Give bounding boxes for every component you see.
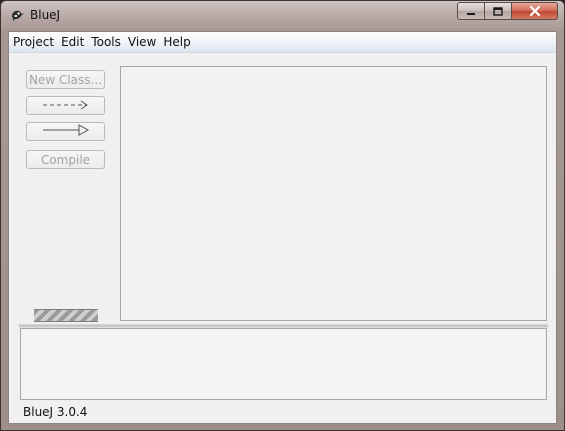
message-area[interactable] [20,328,547,400]
maximize-icon [492,2,504,21]
menu-edit[interactable]: Edit [57,32,87,52]
menu-project[interactable]: Project [9,32,57,52]
client-area: Project Edit Tools View Help New Class..… [8,31,557,424]
menu-help[interactable]: Help [159,32,193,52]
menu-tools[interactable]: Tools [87,32,124,52]
minimize-button[interactable] [457,2,485,20]
compile-button[interactable]: Compile [26,150,105,169]
new-uses-arrow-button[interactable] [26,96,105,115]
window-title: BlueJ [30,8,61,22]
status-text: BlueJ 3.0.4 [23,405,88,419]
close-icon [528,2,542,21]
bluej-window: BlueJ Project Edit Tools View Help New C… [0,0,565,431]
close-button[interactable] [512,2,558,20]
class-diagram-canvas[interactable] [120,66,547,321]
window-controls [457,2,558,20]
minimize-icon [465,2,477,21]
new-inherits-arrow-button[interactable] [26,122,105,141]
menu-bar: Project Edit Tools View Help [9,32,556,53]
bluej-bird-icon [9,7,25,23]
dashed-arrow-icon [41,99,91,113]
inheritance-arrow-icon [41,124,91,139]
new-class-button[interactable]: New Class... [26,70,105,89]
title-bar[interactable]: BlueJ [1,1,564,29]
maximize-button[interactable] [485,2,512,20]
activity-indicator [34,309,98,322]
menu-view[interactable]: View [124,32,159,52]
